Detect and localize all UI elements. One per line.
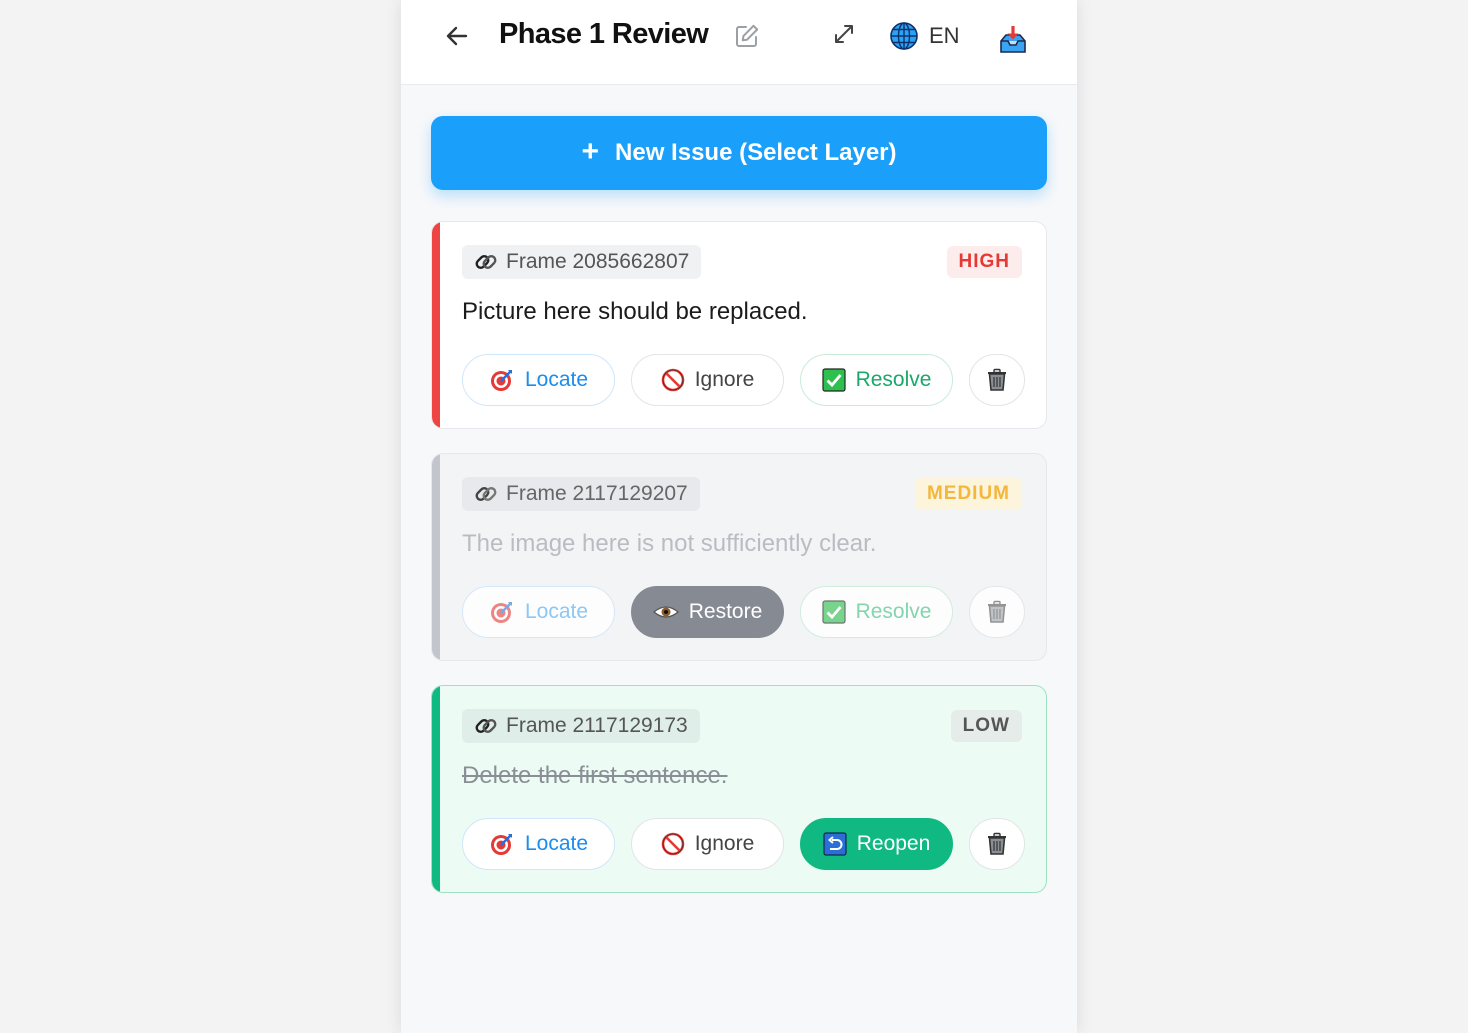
frame-tag[interactable]: Frame 2117129173 — [462, 709, 700, 743]
return-arrow-icon — [823, 832, 847, 856]
language-switch[interactable]: EN — [889, 20, 960, 52]
new-issue-button[interactable]: + New Issue (Select Layer) — [431, 116, 1047, 190]
frame-name: Frame 2085662807 — [506, 250, 690, 273]
header: Phase 1 Review EN — [401, 0, 1077, 85]
resolve-button[interactable]: Resolve — [800, 586, 953, 638]
locate-label: Locate — [524, 832, 589, 855]
severity-bar — [432, 454, 440, 660]
link-icon — [474, 250, 498, 274]
expand-button[interactable] — [829, 19, 859, 49]
language-label: EN — [929, 23, 960, 48]
eye-icon — [652, 602, 679, 622]
frame-tag[interactable]: Frame 2117129207 — [462, 477, 700, 511]
ignore-button[interactable]: Ignore — [631, 818, 784, 870]
target-icon — [489, 367, 515, 393]
issue-actions: Locate Ignore — [462, 354, 1025, 406]
issue-description: The image here is not sufficiently clear… — [462, 530, 877, 557]
severity-badge: MEDIUM — [914, 478, 1022, 510]
prohibited-icon — [661, 368, 685, 392]
ignore-label: Ignore — [694, 832, 755, 855]
issue-actions: Locate Restore Resolve — [462, 586, 1025, 638]
resolve-label: Resolve — [855, 368, 932, 391]
restore-label: Restore — [688, 600, 763, 623]
locate-button[interactable]: Locate — [462, 354, 615, 406]
trash-icon — [988, 600, 1006, 623]
page-title: Phase 1 Review — [499, 18, 709, 50]
severity-bar — [432, 686, 440, 892]
checkbox-check-icon — [821, 600, 846, 624]
ignore-label: Ignore — [694, 368, 755, 391]
target-icon — [489, 831, 515, 857]
locate-label: Locate — [524, 600, 589, 623]
link-icon — [474, 482, 498, 506]
resolve-label: Resolve — [855, 600, 932, 623]
issue-actions: Locate Ignore — [462, 818, 1025, 870]
delete-button[interactable] — [969, 818, 1025, 870]
reopen-label: Reopen — [856, 832, 931, 855]
frame-tag[interactable]: Frame 2085662807 — [462, 245, 702, 279]
issue-card: Frame 2085662807 HIGH Picture here shoul… — [431, 221, 1047, 429]
new-issue-label: New Issue (Select Layer) — [615, 139, 897, 166]
issue-description: Picture here should be replaced. — [462, 298, 808, 325]
trash-icon — [988, 368, 1006, 391]
severity-badge: LOW — [950, 710, 1022, 742]
delete-button[interactable] — [969, 586, 1025, 638]
resolve-button[interactable]: Resolve — [800, 354, 953, 406]
ignore-button[interactable]: Ignore — [631, 354, 784, 406]
restore-button[interactable]: Restore — [631, 586, 784, 638]
edit-title-button[interactable] — [733, 22, 761, 50]
locate-button[interactable]: Locate — [462, 586, 615, 638]
expand-icon — [835, 25, 853, 43]
inbox-download-icon — [1000, 26, 1026, 53]
frame-name: Frame 2117129207 — [506, 482, 688, 505]
back-button[interactable] — [441, 20, 473, 52]
frame-name: Frame 2117129173 — [506, 714, 688, 737]
issue-card: Frame 2117129207 MEDIUM The image here i… — [431, 453, 1047, 661]
review-panel: Phase 1 Review EN + New Issue (Select La… — [401, 0, 1077, 1033]
prohibited-icon — [661, 832, 685, 856]
target-icon — [489, 599, 515, 625]
severity-bar — [432, 222, 440, 428]
edit-icon — [736, 24, 759, 47]
arrow-left-icon — [446, 26, 468, 46]
globe-icon — [890, 22, 918, 50]
issue-card: Frame 2117129173 LOW Delete the first se… — [431, 685, 1047, 893]
plus-icon: + — [581, 134, 600, 168]
link-icon — [474, 714, 498, 738]
checkbox-check-icon — [821, 368, 846, 392]
severity-badge: HIGH — [946, 246, 1022, 278]
issue-description: Delete the first sentence. — [462, 762, 728, 789]
reopen-button[interactable]: Reopen — [800, 818, 953, 870]
delete-button[interactable] — [969, 354, 1025, 406]
export-button[interactable] — [994, 22, 1032, 58]
trash-icon — [988, 832, 1006, 855]
locate-label: Locate — [524, 368, 589, 391]
locate-button[interactable]: Locate — [462, 818, 615, 870]
